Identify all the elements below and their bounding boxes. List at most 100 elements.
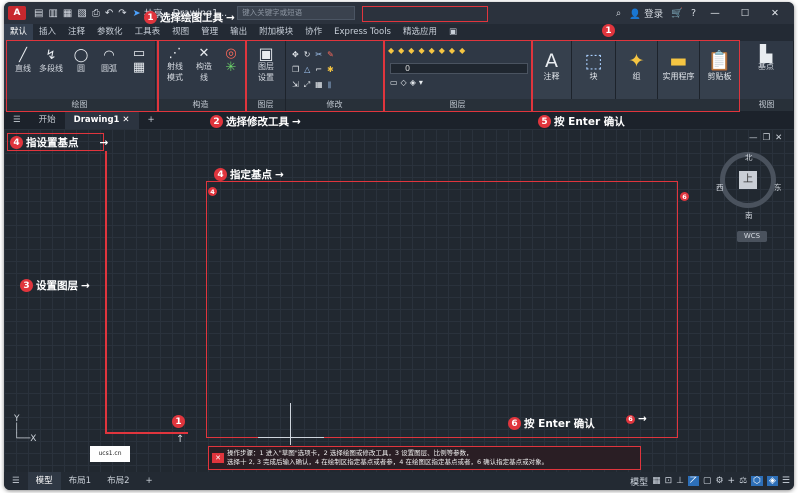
annotation-text: 按 Enter 确认 [524,418,595,430]
highlight-tools-panel [532,40,740,112]
ribbon-tab[interactable]: 视图 [166,24,195,41]
highlight-drawing-area [206,181,678,438]
customize-icon[interactable]: ☰ [782,476,790,486]
watermark-badge: ucs1.cn [90,446,130,462]
new-file-icon[interactable]: ▤ [34,8,43,19]
step-number: 4 [214,168,227,181]
minimize-viewport-icon[interactable]: — [749,133,763,143]
status-tools: 模型 ▦ ⊡ ⊥ ⦢ ▢ ⚙ + ⚖ ⬡ ◈ ☰ [630,472,790,490]
annotation-4c: 4 [208,187,217,196]
viewcube-top[interactable]: 上 [739,171,757,189]
ribbon-tab[interactable]: 协作 [299,24,328,41]
close-viewport-icon[interactable]: ✕ [775,133,787,143]
isolate-icon[interactable]: ◈ [767,476,778,486]
settings-icon[interactable]: ⚙ [715,476,723,486]
compass-west: 西 [716,183,724,192]
ribbon-tab[interactable]: 输出 [224,24,253,41]
menu-icon[interactable]: ☰ [4,472,28,490]
model-tab[interactable]: 模型 [27,472,61,490]
crosshair-vertical [290,403,291,445]
ribbon-tab[interactable]: 附加模块 [253,24,299,41]
ribbon-tab[interactable]: 工具表 [129,24,167,41]
annotation-5: 5按 Enter 确认 [538,114,625,129]
user-login[interactable]: 👤 登录 [629,6,663,20]
help-icon[interactable]: ? [691,8,696,19]
maximize-button[interactable]: ☐ [734,8,756,19]
step-number: 2 [210,115,223,128]
ribbon-tab[interactable]: ▣ [443,24,463,41]
basepoint-label: 基点 [758,62,774,71]
command-line[interactable]: ✕ 操作步骤：1 进入"草图"选项卡，2 选择绘图或修改工具，3 设置图层、比例… [208,446,641,470]
ribbon-tab[interactable]: 管理 [195,24,224,41]
cart-icon[interactable]: 🛒 [671,8,683,19]
step-number: 4 [208,187,217,196]
ribbon-tab[interactable]: Express Tools [328,24,397,41]
save-icon[interactable]: ▦ [63,8,72,19]
annotation-2: 2 选择修改工具 → [210,114,301,129]
search-icon[interactable]: ⌕ [616,8,621,19]
step-number: 6 [508,417,521,430]
annotation-text: 选择修改工具 [226,116,289,128]
grid-icon[interactable]: ▦ [652,476,661,486]
command-line-1: 操作步骤：1 进入"草图"选项卡，2 选择绘图或修改工具，3 设置图层、比例等参… [227,449,473,457]
ribbon-tab[interactable]: 注释 [62,24,91,41]
model-space-button[interactable]: 模型 [630,475,648,488]
annotation-text: 指设置基点 [26,137,79,149]
annotation-scale-icon[interactable]: ⚖ [739,476,747,486]
annotation-text: 按 Enter 确认 [554,116,625,128]
ucs-small-icon: ↑ [176,434,185,445]
highlight-layer-panel [384,40,532,112]
close-tab-icon[interactable]: ✕ [122,115,129,125]
step-number: 5 [538,115,551,128]
workspace-icon[interactable]: ⬡ [751,476,763,486]
add-layout-button[interactable]: + [137,472,160,490]
restore-viewport-icon[interactable]: ❐ [763,133,776,143]
ribbon-tab[interactable]: 默认 [4,24,34,41]
annotation-6-marker: 6 [680,192,689,201]
crosshair-horizontal [258,437,324,438]
wcs-menu[interactable]: WCS [737,231,767,242]
basepoint-icon: ▙ [759,44,773,63]
print-icon[interactable]: ⎙ [92,8,100,19]
viewport-controls[interactable]: —❐✕ [749,133,787,143]
polar-icon[interactable]: ⦢ [688,476,699,486]
plus-icon[interactable]: + [728,476,736,486]
ortho-icon[interactable]: ⊥ [676,476,684,486]
basepoint-tool[interactable]: ▙ 基点 [746,44,786,72]
view-panel-title[interactable]: 视图 [740,99,793,111]
compass-east: 东 [774,183,782,192]
undo-icon[interactable]: ↶ [105,8,113,19]
osnap-icon[interactable]: ▢ [703,476,712,486]
search-input[interactable]: 键入关键字或短语 [237,6,356,20]
new-tab-button[interactable]: + [139,111,164,129]
command-line-2: 选择十 2, 3 完成后输入确认，4 在绘制区指定基点或者参，4 在绘图区指定基… [227,458,549,466]
arrow-icon: → [81,279,90,292]
arrow-icon: → [226,11,235,24]
menu-icon[interactable]: ☰ [4,111,30,129]
drawing-tab[interactable]: Drawing1 ✕ [64,111,139,129]
status-bar: ☰ 模型 布局1 布局2 + 模型 ▦ ⊡ ⊥ ⦢ ▢ ⚙ + ⚖ ⬡ ◈ ☰ [4,472,794,490]
redo-icon[interactable]: ↷ [118,8,126,19]
open-file-icon[interactable]: ▥ [48,8,57,19]
document-tabs: ☰ 开始 Drawing1 ✕ + [4,111,794,129]
ribbon-tab[interactable]: 插入 [33,24,62,41]
ribbon-tab[interactable]: 参数化 [91,24,129,41]
highlight-construct-panel [158,40,246,112]
app-window: A ▤ ▥ ▦ ▧ ⎙ ↶ ↷ ➤ 共享 Drawing1... 键入关键字或短… [4,2,794,490]
layout2-tab[interactable]: 布局2 [99,472,137,490]
annotation-1-marker: 1 [602,24,615,37]
ribbon-tab[interactable]: 精选应用 [397,24,443,41]
minimize-button[interactable]: — [704,8,726,19]
titlebar-right: ⌕ 👤 登录 🛒 ? — ☐ ✕ [616,2,794,24]
snap-icon[interactable]: ⊡ [665,476,673,486]
step-number: 4 [10,136,23,149]
start-tab[interactable]: 开始 [30,111,65,129]
annotation-3: 3 设置图层 → [20,278,90,293]
close-button[interactable]: ✕ [764,8,786,19]
annotation-4b: 4 指定基点 → [214,167,284,182]
arrow-icon: → [292,115,301,128]
app-logo[interactable]: A [8,6,26,20]
layout1-tab[interactable]: 布局1 [61,472,99,490]
close-command-icon[interactable]: ✕ [212,453,224,463]
save-as-icon[interactable]: ▧ [77,8,86,19]
